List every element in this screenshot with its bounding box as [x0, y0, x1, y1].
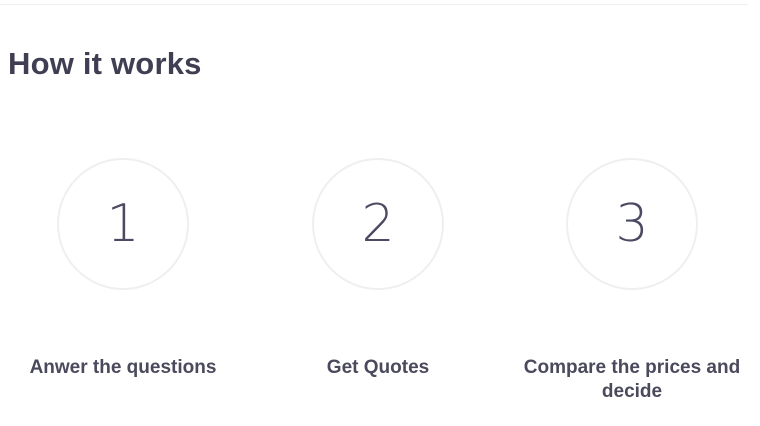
- step-label: Compare the prices and decide: [523, 357, 741, 402]
- step-1: 1 Anwer the questions: [3, 158, 243, 380]
- steps-list: 1 Anwer the questions 2 Get Quotes 3 Com…: [0, 0, 760, 426]
- step-number: 2: [361, 194, 395, 254]
- step-circle: 3: [566, 158, 698, 290]
- step-label: Anwer the questions: [29, 357, 217, 378]
- step-circle: 1: [57, 158, 189, 290]
- step-number: 3: [615, 194, 649, 254]
- step-number: 1: [106, 194, 140, 254]
- step-2: 2 Get Quotes: [258, 158, 498, 380]
- step-circle: 2: [312, 158, 444, 290]
- step-3: 3 Compare the prices and decide: [512, 158, 752, 404]
- step-label: Get Quotes: [326, 357, 430, 378]
